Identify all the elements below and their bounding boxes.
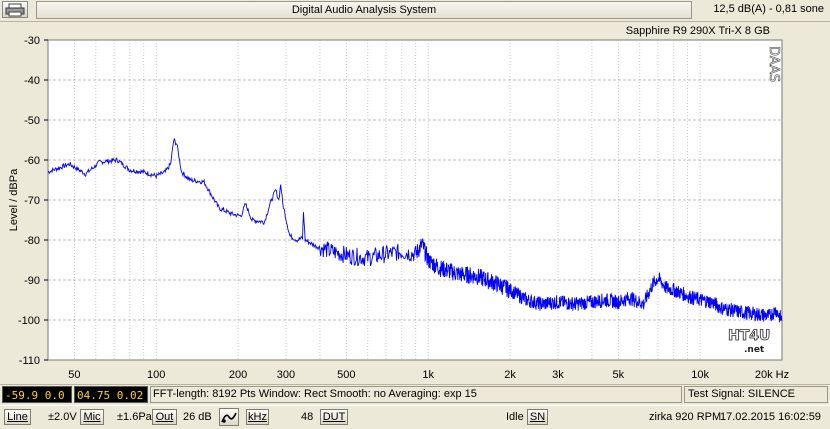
dut-button[interactable]: DUT	[320, 409, 348, 425]
khz-button[interactable]: kHz	[246, 409, 269, 425]
x-tick-label: 100	[147, 369, 165, 380]
y-tick-label: -110	[19, 355, 40, 367]
ht4u-logo: HT4U	[728, 328, 770, 344]
y-tick-label: -50	[24, 115, 40, 127]
y-tick-label: -40	[24, 75, 40, 87]
ht4u-logo-suffix: .net	[744, 345, 765, 355]
x-tick-label: 5k	[612, 369, 624, 380]
output-level: 26 dB	[183, 411, 212, 423]
lcd-readout-left: -59.9 0.0	[2, 386, 72, 403]
level-readout: 12,5 dB(A) - 0,81 sone	[713, 3, 824, 15]
y-tick-label: -70	[24, 195, 40, 207]
app-title: Digital Audio Analysis System	[36, 1, 692, 19]
x-tick-label: 2k	[504, 369, 516, 380]
signal-generator-button[interactable]	[219, 408, 239, 426]
x-tick-label: 3k	[552, 369, 564, 380]
output-button[interactable]: Out	[152, 409, 177, 425]
y-tick-label: -100	[18, 315, 40, 327]
title-bar: Digital Audio Analysis System 12,5 dB(A)…	[0, 0, 830, 22]
fft-settings: FFT-length: 8192 Pts Window: Rect Smooth…	[150, 386, 682, 403]
control-bar: Line ±2.0V Mic ±1.6Pa Out 26 dB kHz 48 D…	[0, 405, 830, 429]
mic-input-button[interactable]: Mic	[80, 409, 104, 425]
y-axis-label: Level / dBPa	[8, 168, 20, 231]
line-input-button[interactable]: Line	[4, 409, 31, 425]
y-tick-label: -80	[24, 235, 40, 247]
sample-rate: 48	[301, 411, 314, 423]
spectrum-chart: -30 -40 -50 -60 -70 -80 -90 -100 -110 50 100 200 300…	[8, 25, 789, 380]
signal-generator-icon	[221, 412, 237, 423]
voltage-range: ±2.0V	[48, 411, 77, 423]
x-tick-label: 300	[277, 369, 295, 380]
x-tick-label: 200	[229, 369, 247, 380]
test-signal: Test Signal: SILENCE	[684, 386, 828, 403]
lcd-readout-right: 04.75 0.02	[74, 386, 148, 403]
rpm-readout: zirka 920 RPM	[649, 411, 722, 423]
y-tick-label: -90	[24, 275, 40, 287]
x-tick-label: 50	[68, 369, 80, 380]
x-tick-label: 20k Hz	[755, 369, 789, 380]
chart-area: -30 -40 -50 -60 -70 -80 -90 -100 -110 50 100 200 300…	[0, 22, 830, 380]
y-tick-label: -30	[24, 35, 40, 47]
x-tick-label: 10k	[691, 369, 709, 380]
printer-icon	[5, 3, 25, 17]
x-tick-label: 1k	[422, 369, 434, 380]
measurement-status-bar: -59.9 0.0 04.75 0.02 FFT-length: 8192 Pt…	[0, 384, 830, 404]
idle-status: Idle	[506, 411, 524, 423]
daas-watermark: DAAS	[766, 46, 781, 82]
device-label: Sapphire R9 290X Tri-X 8 GB	[626, 25, 770, 37]
x-tick-label: 500	[337, 369, 355, 380]
y-tick-label: -60	[24, 155, 40, 167]
pressure-range: ±1.6Pa	[117, 411, 152, 423]
print-button[interactable]	[2, 1, 28, 18]
date-time: 17.02.2015 16:02:59	[720, 411, 821, 423]
sn-button[interactable]: SN	[527, 409, 548, 425]
